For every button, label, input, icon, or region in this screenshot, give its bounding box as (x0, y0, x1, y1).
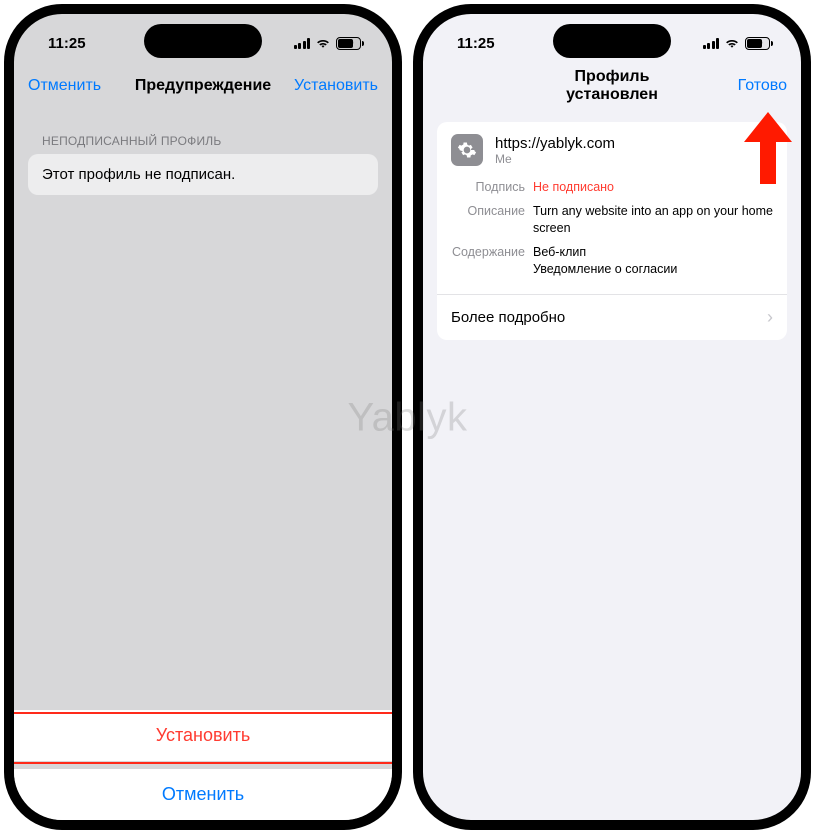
action-sheet: Установить Отменить (14, 710, 392, 820)
wifi-icon (724, 37, 740, 49)
nav-bar: Отменить Предупреждение Установить (14, 64, 392, 108)
phone-right: 11:25 69 Профиль установлен Готово (413, 4, 811, 830)
chevron-right-icon: › (767, 307, 773, 328)
label-signature: Подпись (451, 179, 533, 197)
phone-left: 11:25 69 Отменить Предупреждение Установ… (4, 4, 402, 830)
row-description: Описание Turn any website into an app on… (437, 200, 787, 241)
profile-sublabel: Me (495, 152, 615, 166)
battery-percent: 69 (752, 38, 762, 48)
nav-title: Предупреждение (118, 77, 288, 95)
status-right: 69 (703, 37, 774, 50)
more-details-label: Более подробно (451, 309, 565, 326)
status-time: 11:25 (457, 35, 495, 52)
cellular-signal-icon (294, 37, 311, 49)
battery-icon: 69 (336, 37, 364, 50)
battery-percent: 69 (343, 38, 353, 48)
cancel-button-sheet[interactable]: Отменить (14, 769, 392, 820)
row-contents: Содержание Веб-клип Уведомление о соглас… (437, 241, 787, 282)
profile-header: https://yablyk.com Me (437, 122, 787, 176)
cancel-button[interactable]: Отменить (28, 77, 118, 95)
label-contents: Содержание (451, 244, 533, 279)
install-button-top[interactable]: Установить (288, 77, 378, 95)
value-description: Turn any website into an app on your hom… (533, 203, 773, 238)
dynamic-island (553, 24, 671, 58)
profile-url: https://yablyk.com (495, 135, 615, 152)
value-contents-2: Уведомление о согласии (533, 261, 773, 279)
nav-title: Профиль установлен (527, 68, 697, 104)
nav-bar: Профиль установлен Готово (423, 64, 801, 108)
value-signature: Не подписано (533, 179, 773, 197)
dynamic-island (144, 24, 262, 58)
install-button-sheet[interactable]: Установить (14, 710, 392, 761)
unsigned-message: Этот профиль не подписан. (28, 154, 378, 195)
label-description: Описание (451, 203, 533, 238)
value-contents-1: Веб-клип (533, 244, 773, 262)
done-button[interactable]: Готово (697, 77, 787, 95)
status-time: 11:25 (48, 35, 86, 52)
section-header-unsigned: НЕПОДПИСАННЫЙ ПРОФИЛЬ (14, 108, 392, 154)
cellular-signal-icon (703, 37, 720, 49)
more-details-button[interactable]: Более подробно › (437, 294, 787, 340)
battery-icon: 69 (745, 37, 773, 50)
status-right: 69 (294, 37, 365, 50)
settings-gear-icon (451, 134, 483, 166)
row-signature: Подпись Не подписано (437, 176, 787, 200)
wifi-icon (315, 37, 331, 49)
unsigned-cell-group: Этот профиль не подписан. (28, 154, 378, 195)
profile-card: https://yablyk.com Me Подпись Не подписа… (437, 122, 787, 340)
